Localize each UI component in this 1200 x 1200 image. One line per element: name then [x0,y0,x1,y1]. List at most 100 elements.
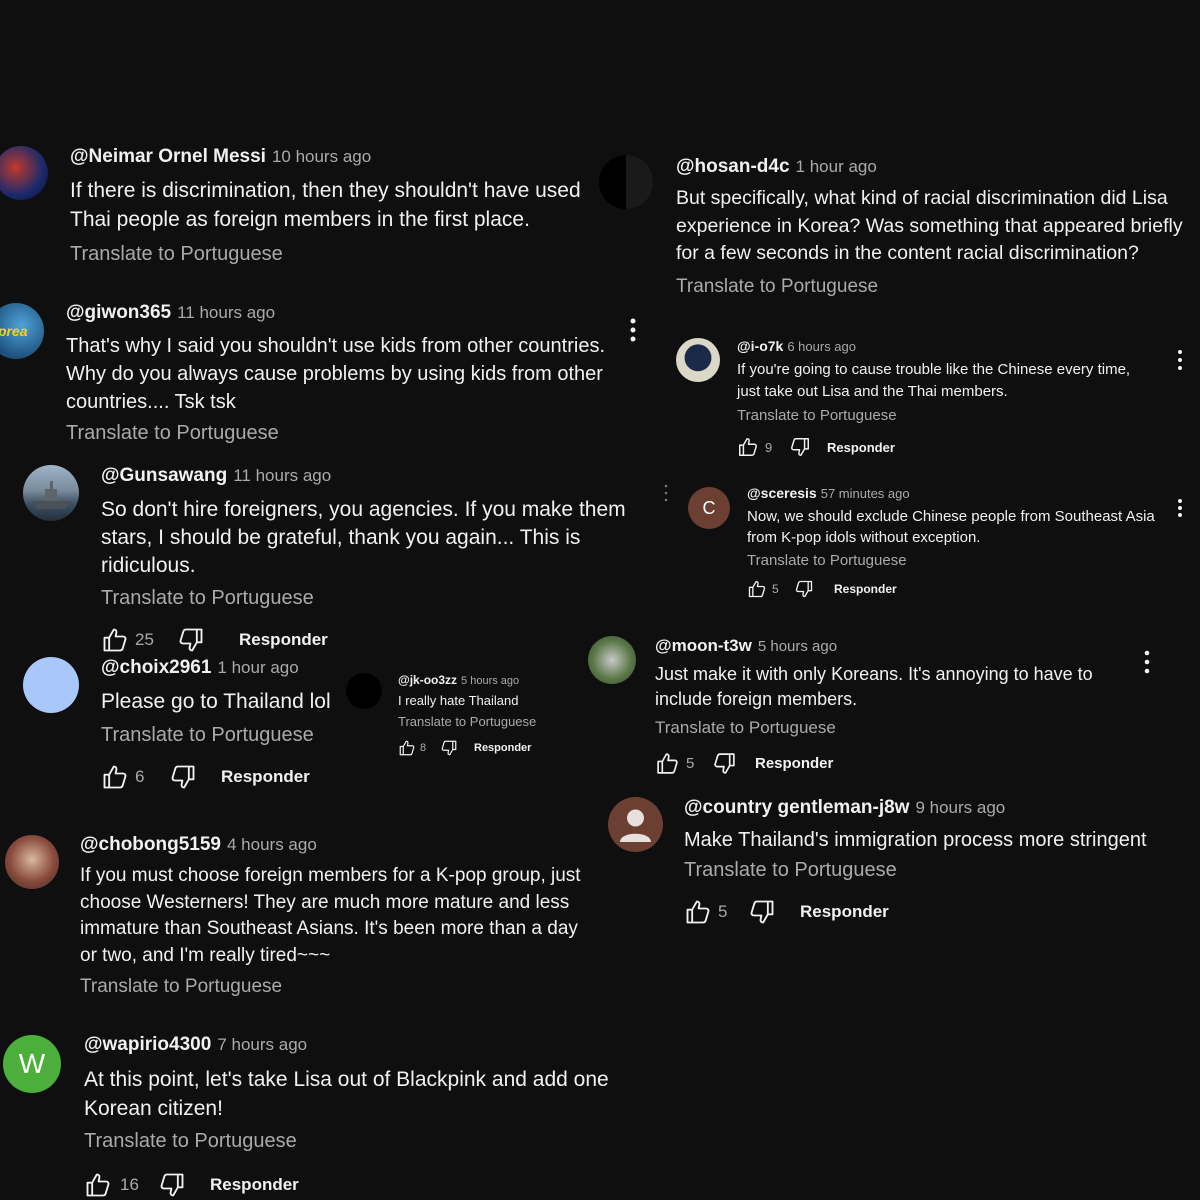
dislike-icon[interactable] [794,579,814,598]
comment-time[interactable]: 11 hours ago [177,303,275,322]
like-icon[interactable] [737,436,759,458]
translate-link[interactable]: Translate to Portuguese [84,1130,629,1153]
translate-link[interactable]: Translate to Portuguese [737,407,1157,424]
comment-header: @jk-oo3zz 5 hours ago [398,673,598,687]
avatar[interactable] [599,155,653,209]
avatar[interactable]: C [688,487,730,529]
comment-actions: 5 Responder [747,579,1167,598]
avatar[interactable] [588,636,636,684]
comment-time[interactable]: 57 minutes ago [821,486,910,501]
dislike-icon[interactable] [712,751,737,776]
comment-author[interactable]: @wapirio4300 [84,1034,211,1055]
translate-link[interactable]: Translate to Portuguese [101,587,646,610]
like-icon[interactable] [684,898,712,926]
comment-author[interactable]: @i-o7k [737,338,783,354]
translate-link[interactable]: Translate to Portuguese [70,243,615,266]
translate-link[interactable]: Translate to Portuguese [66,422,616,445]
comment-time[interactable]: 4 hours ago [227,835,317,854]
comment-author[interactable]: @chobong5159 [80,834,221,855]
comment-actions: 8 Responder [398,739,598,757]
thread-line-icon [660,482,672,506]
avatar[interactable] [23,657,79,713]
translate-link[interactable]: Translate to Portuguese [80,976,600,998]
comment-author[interactable]: @jk-oo3zz [398,673,457,687]
like-icon[interactable] [101,626,129,654]
comment-author[interactable]: @Gunsawang [101,465,227,486]
like-count: 5 [718,902,728,921]
comment-time[interactable]: 10 hours ago [272,147,371,166]
like-icon[interactable] [398,739,416,757]
reply-button[interactable]: Responder [800,902,889,922]
comment-actions: 25 Responder [101,626,646,654]
dislike-icon[interactable] [169,763,197,791]
dislike-icon[interactable] [440,739,458,757]
avatar[interactable]: prea [0,303,44,359]
reply-button[interactable]: Responder [474,742,531,754]
dislike-icon[interactable] [158,1171,186,1199]
reply-button[interactable]: Responder [834,582,897,596]
avatar[interactable] [0,146,48,200]
comment-header: @Gunsawang 11 hours ago [101,465,646,487]
comment-time[interactable]: 11 hours ago [233,466,331,485]
comment-clip: @sceresis 57 minutes ago Now, we should e… [747,485,1167,598]
ship-icon [31,481,71,509]
translate-link[interactable]: Translate to Portuguese [747,552,1167,569]
comment-text: That's why I said you shouldn't use kids… [66,335,606,413]
avatar[interactable] [608,797,663,852]
dislike-icon[interactable] [748,898,776,926]
comment-text: If there is discrimination, then they sh… [70,179,581,231]
comment-time[interactable]: 5 hours ago [461,675,519,687]
translate-link[interactable]: Translate to Portuguese [101,724,351,747]
comment-time[interactable]: 9 hours ago [915,798,1005,817]
comment-author[interactable]: @hosan-d4c [676,156,790,177]
comment-thread: @wapirio4300 7 hours ago At this point, l… [84,1034,629,1199]
more-options-icon[interactable] [1172,497,1188,519]
comment-header: @choix2961 1 hour ago [101,657,351,679]
comment-actions: 9 Responder [737,436,1157,458]
comment-header: @Neimar Ornel Messi 10 hours ago [70,146,615,168]
comment-header: @moon-t3w 5 hours ago [655,636,1135,656]
comment-header: @country gentleman-j8w 9 hours ago [684,797,1184,819]
translate-link[interactable]: Translate to Portuguese [398,714,598,729]
comment-thread: @moon-t3w 5 hours ago Just make it with o… [655,636,1135,776]
like-icon[interactable] [747,579,767,598]
reply-button[interactable]: Responder [210,1175,299,1195]
dislike-icon[interactable] [177,626,205,654]
more-options-icon[interactable] [625,316,641,344]
avatar[interactable] [676,338,720,382]
comment-thread: @Gunsawang 11 hours ago So don't hire for… [101,465,646,654]
comment-time[interactable]: 6 hours ago [787,339,856,354]
avatar[interactable]: W [3,1035,61,1093]
comment-text: If you're going to cause trouble like th… [737,361,1131,400]
comment-actions: 6 Responder [101,763,351,791]
like-icon[interactable] [655,751,680,776]
comment-time[interactable]: 7 hours ago [217,1035,307,1054]
reply-button[interactable]: Responder [827,440,895,455]
more-options-icon[interactable] [1172,348,1188,372]
reply-button[interactable]: Responder [755,755,833,772]
avatar[interactable] [5,835,59,889]
like-icon[interactable] [101,763,129,791]
comment-thread: @jk-oo3zz 5 hours ago I really hate Thail… [398,673,598,757]
more-options-icon[interactable] [1139,649,1155,675]
dislike-icon[interactable] [789,436,811,458]
avatar[interactable] [346,673,382,709]
comment-author[interactable]: @choix2961 [101,657,211,678]
comment-author[interactable]: @country gentleman-j8w [684,797,909,818]
translate-link[interactable]: Translate to Portuguese [684,859,1184,882]
translate-link[interactable]: Translate to Portuguese [676,276,1200,298]
reply-button[interactable]: Responder [221,767,310,787]
comment-time[interactable]: 1 hour ago [796,157,877,176]
default-user-icon [620,809,651,842]
comment-author[interactable]: @moon-t3w [655,636,752,655]
comment-time[interactable]: 5 hours ago [758,638,837,655]
comment-time[interactable]: 1 hour ago [217,658,298,677]
comment-author[interactable]: @Neimar Ornel Messi [70,146,266,167]
comment-author[interactable]: @sceresis [747,485,817,501]
comment-header: @giwon365 11 hours ago [66,302,616,324]
like-icon[interactable] [84,1171,112,1199]
avatar[interactable] [23,465,79,521]
comment-author[interactable]: @giwon365 [66,302,171,323]
translate-link[interactable]: Translate to Portuguese [655,718,1135,738]
reply-button[interactable]: Responder [239,630,328,650]
